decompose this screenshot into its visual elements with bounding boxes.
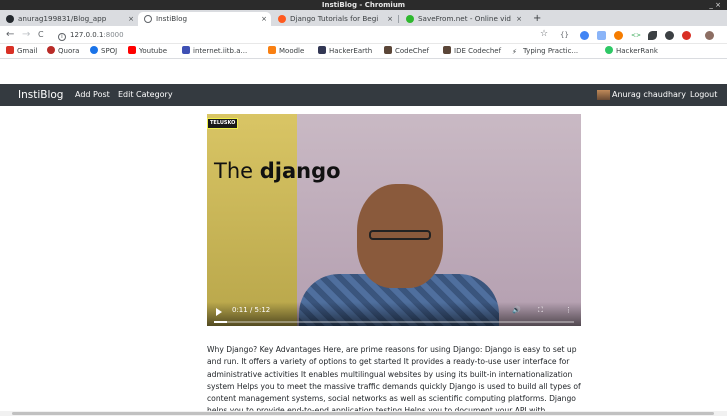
bookmark-ide-codechef[interactable]: IDE Codechef xyxy=(443,44,501,59)
bookmark-youtube[interactable]: Youtube xyxy=(128,44,167,59)
user-name-link[interactable]: Anurag chaudhary xyxy=(612,84,686,106)
tab-label: SaveFrom.net - Online vid xyxy=(418,14,511,23)
window-controls[interactable]: _ × xyxy=(709,0,721,10)
extension-blue-icon[interactable] xyxy=(580,31,589,40)
codechef-icon xyxy=(384,46,392,54)
bookmark-hackerearth[interactable]: HackerEarth xyxy=(318,44,372,59)
bookmark-iitb[interactable]: internet.iitb.a... xyxy=(182,44,247,59)
close-icon[interactable]: × xyxy=(387,12,393,26)
bookmark-gmail[interactable]: Gmail xyxy=(6,44,37,59)
bookmark-spoj[interactable]: SPOJ xyxy=(90,44,117,59)
profile-icon[interactable] xyxy=(705,31,714,40)
code-icon[interactable]: <> xyxy=(631,31,641,40)
headline-prefix: The xyxy=(214,159,260,183)
tab-instiblog[interactable]: InstiBlog × xyxy=(138,12,271,26)
horizontal-scrollbar[interactable] xyxy=(0,411,727,416)
url-host: 127.0.0.1 xyxy=(70,31,104,39)
forward-button[interactable]: → xyxy=(22,28,30,42)
play-icon[interactable] xyxy=(216,308,222,316)
bookmark-quora[interactable]: Quora xyxy=(47,44,79,59)
tab-label: InstiBlog xyxy=(156,14,188,23)
youtube-icon xyxy=(278,15,286,23)
codechef-icon xyxy=(443,46,451,54)
bookmark-label: HackerEarth xyxy=(329,47,373,55)
video-frame-glasses xyxy=(369,230,431,240)
new-tab-button[interactable]: + xyxy=(533,12,541,26)
video-frame-wall xyxy=(207,114,297,326)
close-icon[interactable]: × xyxy=(516,12,522,26)
fullscreen-icon[interactable]: ⛶ xyxy=(538,304,543,316)
typing-icon: ⚡ xyxy=(512,48,517,56)
hackerearth-icon xyxy=(318,46,326,54)
app-navbar: InstiBlog Add Post Edit Category Anurag … xyxy=(0,84,727,106)
moodle-icon xyxy=(268,46,276,54)
close-icon[interactable]: × xyxy=(128,12,134,26)
volume-icon[interactable]: 🔊 xyxy=(512,304,521,316)
tab-label: Django Tutorials for Begi xyxy=(290,14,379,23)
github-icon xyxy=(6,15,14,23)
bookmark-label: Gmail xyxy=(17,47,38,55)
tab-label: anurag199831/Blog_app xyxy=(18,14,107,23)
back-button[interactable]: ← xyxy=(6,28,14,42)
more-options-icon[interactable]: ⋮ xyxy=(565,304,572,316)
bookmark-moodle[interactable]: Moodle xyxy=(268,44,304,59)
leaf-icon[interactable] xyxy=(648,31,657,40)
shield-icon[interactable] xyxy=(597,31,606,40)
bookmark-label: Moodle xyxy=(279,47,305,55)
adblock-icon[interactable] xyxy=(682,31,691,40)
channel-badge: TELUSKO xyxy=(207,118,239,129)
bookmark-typing-practice[interactable]: ⚡ Typing Practic... xyxy=(512,44,578,59)
edit-category-link[interactable]: Edit Category xyxy=(118,84,173,106)
reload-button[interactable]: C xyxy=(38,28,44,42)
logout-link[interactable]: Logout xyxy=(690,84,717,106)
brand-link[interactable]: InstiBlog xyxy=(18,84,63,106)
bookmark-hackerrank[interactable]: HackerRank xyxy=(605,44,658,59)
video-player[interactable]: TELUSKO The django 0:11 / 5:12 🔊 ⛶ ⋮ xyxy=(207,114,581,326)
youtube-icon xyxy=(128,46,136,54)
bookmark-label: CodeChef xyxy=(395,47,430,55)
bookmark-label: internet.iitb.a... xyxy=(193,47,248,55)
window-titlebar: InstiBlog - Chromium _ × xyxy=(0,0,727,10)
tab-savefrom[interactable]: SaveFrom.net - Online vid × xyxy=(400,12,526,26)
window-title: InstiBlog - Chromium xyxy=(321,1,406,9)
add-post-link[interactable]: Add Post xyxy=(75,84,110,106)
video-progress-fill xyxy=(214,321,227,323)
moon-icon[interactable] xyxy=(665,31,674,40)
video-controls: 0:11 / 5:12 🔊 ⛶ ⋮ xyxy=(207,302,581,326)
video-headline: The django xyxy=(214,159,341,183)
tab-strip: anurag199831/Blog_app × InstiBlog × Djan… xyxy=(0,10,727,26)
scrollbar-thumb[interactable] xyxy=(12,412,714,415)
post-description: Why Django? Key Advantages Here, are pri… xyxy=(207,345,581,415)
spoj-icon xyxy=(90,46,98,54)
iitb-icon xyxy=(182,46,190,54)
url-port: :8000 xyxy=(103,31,124,39)
bookmark-star-icon[interactable]: ☆ xyxy=(540,29,548,39)
json-viewer-icon[interactable]: {} xyxy=(560,31,569,40)
browser-toolbar: ← → C i 127.0.0.1:8000 ☆ {} <> xyxy=(0,26,727,44)
close-icon[interactable]: × xyxy=(261,12,267,26)
bookmark-label: Youtube xyxy=(139,47,167,55)
bookmarks-bar: Gmail Quora SPOJ Youtube internet.iitb.a… xyxy=(0,44,727,59)
bookmark-codechef[interactable]: CodeChef xyxy=(384,44,429,59)
info-icon[interactable]: i xyxy=(58,33,66,41)
globe-icon xyxy=(144,15,152,23)
tab-github[interactable]: anurag199831/Blog_app × xyxy=(0,12,138,26)
extension-orange-icon[interactable] xyxy=(614,31,623,40)
bookmark-label: IDE Codechef xyxy=(454,47,502,55)
hackerrank-icon xyxy=(605,46,613,54)
bookmark-label: HackerRank xyxy=(616,47,658,55)
gmail-icon xyxy=(6,46,14,54)
bookmark-label: Quora xyxy=(58,47,80,55)
video-progress-bar[interactable] xyxy=(214,321,574,323)
video-time: 0:11 / 5:12 xyxy=(232,306,271,314)
quora-icon xyxy=(47,46,55,54)
tab-separator xyxy=(398,15,399,23)
headline-bold: django xyxy=(259,159,341,183)
bookmark-label: Typing Practic... xyxy=(523,47,579,55)
bookmark-label: SPOJ xyxy=(101,47,118,55)
tab-django-tutorials[interactable]: Django Tutorials for Begi × xyxy=(272,12,397,26)
address-bar[interactable]: i 127.0.0.1:8000 xyxy=(58,29,548,42)
avatar xyxy=(597,90,610,100)
savefrom-icon xyxy=(406,15,414,23)
